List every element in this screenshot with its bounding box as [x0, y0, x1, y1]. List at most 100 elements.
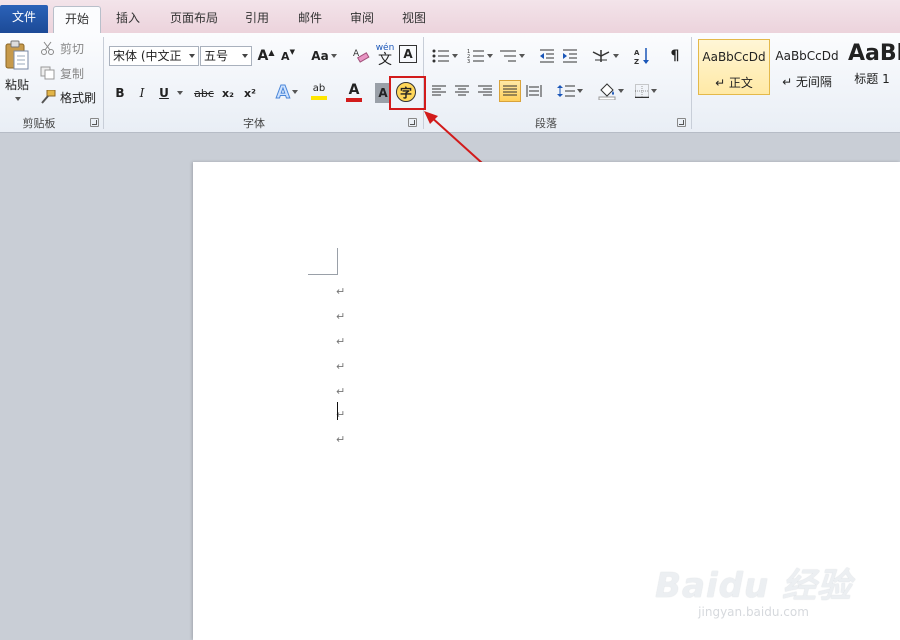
tab-review[interactable]: 审阅: [338, 6, 386, 34]
paint-bucket-icon: [598, 82, 616, 100]
font-color-icon: A: [348, 81, 360, 98]
paste-icon: [4, 40, 30, 72]
distributed-button[interactable]: [524, 81, 544, 101]
font-name-value: 宋体 (中文正: [113, 49, 182, 63]
watermark-brand: Baidu 经验: [655, 566, 852, 606]
scissors-icon: [40, 41, 56, 55]
subscript-button[interactable]: x₂: [219, 83, 237, 103]
shrink-font-button[interactable]: A ▼: [280, 46, 296, 66]
numbering-button[interactable]: 123: [465, 46, 495, 66]
align-right-button[interactable]: [476, 81, 494, 101]
change-case-icon: Aa: [311, 49, 329, 63]
copy-label: 复制: [60, 66, 85, 81]
align-center-button[interactable]: [453, 81, 471, 101]
group-divider: [103, 37, 104, 129]
font-launcher-icon[interactable]: [408, 118, 417, 127]
italic-icon: I: [139, 86, 145, 100]
cut-button[interactable]: 剪切: [40, 39, 84, 57]
numbered-list-icon: 123: [467, 49, 485, 63]
style-normal[interactable]: AaBbCcDd ↵ 正文: [698, 39, 770, 95]
font-name-select[interactable]: 宋体 (中文正: [109, 46, 199, 66]
text-effects-icon: A: [276, 81, 291, 103]
align-center-icon: [455, 85, 469, 97]
tab-mailings[interactable]: 邮件: [286, 6, 334, 34]
paragraph-mark: ↵: [336, 310, 346, 323]
change-case-button[interactable]: Aa: [311, 46, 337, 66]
paragraph-launcher-icon[interactable]: [677, 118, 686, 127]
underline-button[interactable]: U: [156, 83, 186, 103]
character-border-icon: A: [403, 47, 413, 61]
copy-button[interactable]: 复制: [40, 64, 84, 82]
style-sample: AaBbCcDd: [702, 50, 766, 64]
multilevel-list-icon: [499, 49, 517, 63]
font-size-value: 五号: [204, 49, 229, 63]
copy-icon: [40, 66, 56, 80]
character-border-button[interactable]: A: [399, 45, 417, 63]
decrease-indent-button[interactable]: [537, 46, 557, 66]
align-left-icon: [432, 85, 446, 97]
increase-indent-button[interactable]: [560, 46, 580, 66]
strikethrough-button[interactable]: abc: [193, 83, 215, 103]
justify-icon: [503, 85, 517, 97]
clear-formatting-button[interactable]: A: [351, 43, 371, 67]
margin-corner-mark: [337, 248, 338, 274]
font-color-button[interactable]: A: [338, 81, 370, 103]
tab-page-layout[interactable]: 页面布局: [160, 6, 228, 34]
superscript-icon: x²: [244, 86, 256, 100]
highlighter-icon: ab: [312, 83, 326, 94]
bold-button[interactable]: B: [112, 83, 128, 103]
tab-insert[interactable]: 插入: [104, 6, 152, 34]
grow-font-button[interactable]: A ▲: [258, 46, 275, 66]
paste-button[interactable]: 粘贴: [2, 35, 32, 105]
chevron-down-icon: [242, 54, 248, 58]
clipboard-launcher-icon[interactable]: [90, 118, 99, 127]
text-cursor: [337, 402, 338, 420]
svg-text:A: A: [634, 49, 640, 57]
show-marks-button[interactable]: ¶: [665, 45, 685, 67]
sort-button[interactable]: AZ: [632, 45, 652, 67]
clipboard-group-label: 剪贴板: [22, 117, 56, 130]
border-icon: [635, 84, 649, 98]
bold-icon: B: [115, 86, 125, 100]
text-highlight-button[interactable]: ab: [303, 81, 335, 103]
superscript-button[interactable]: x²: [241, 83, 259, 103]
paste-label: 粘贴: [4, 77, 29, 92]
style-name: ↵ 无间隔: [782, 75, 832, 89]
tab-view[interactable]: 视图: [390, 6, 438, 34]
format-painter-button[interactable]: 格式刷: [40, 88, 96, 106]
paragraph-mark: ↵: [336, 285, 346, 298]
line-spacing-button[interactable]: [556, 81, 584, 101]
increase-indent-icon: [562, 49, 578, 63]
shrink-font-icon: A: [281, 49, 290, 63]
style-no-spacing[interactable]: AaBbCcDd ↵ 无间隔: [771, 39, 843, 95]
format-painter-label: 格式刷: [60, 90, 97, 105]
paintbrush-icon: [40, 90, 56, 104]
svg-text:Z: Z: [634, 58, 639, 65]
align-left-button[interactable]: [430, 81, 448, 101]
strikethrough-icon: abc: [194, 86, 214, 100]
chinese-layout-button[interactable]: [590, 45, 620, 67]
text-effects-button[interactable]: A: [272, 81, 302, 103]
borders-button[interactable]: [631, 81, 661, 101]
tab-home[interactable]: 开始: [53, 6, 101, 35]
italic-button[interactable]: I: [134, 83, 150, 103]
paste-dropdown-icon[interactable]: [15, 96, 21, 101]
multilevel-list-button[interactable]: [498, 46, 526, 66]
chinese-layout-icon: [591, 48, 611, 64]
style-heading-1[interactable]: AaBl 标题 1: [844, 39, 900, 95]
eraser-icon: A: [352, 46, 370, 64]
bullets-button[interactable]: [430, 46, 460, 66]
paragraph-mark: ↵: [336, 385, 346, 398]
paragraph-mark: ↵: [336, 433, 346, 446]
style-name: ↵ 正文: [715, 76, 753, 90]
shading-button[interactable]: [596, 80, 626, 102]
paragraph-group-label: 段落: [535, 117, 557, 130]
justify-button[interactable]: [499, 80, 521, 102]
tab-references[interactable]: 引用: [233, 6, 281, 34]
sort-icon: AZ: [634, 47, 650, 65]
font-size-select[interactable]: 五号: [200, 46, 252, 66]
phonetic-guide-button[interactable]: wén 文: [374, 42, 396, 68]
line-spacing-icon: [557, 84, 575, 98]
tab-file[interactable]: 文件: [0, 5, 48, 33]
chevron-down-icon: [189, 54, 195, 58]
